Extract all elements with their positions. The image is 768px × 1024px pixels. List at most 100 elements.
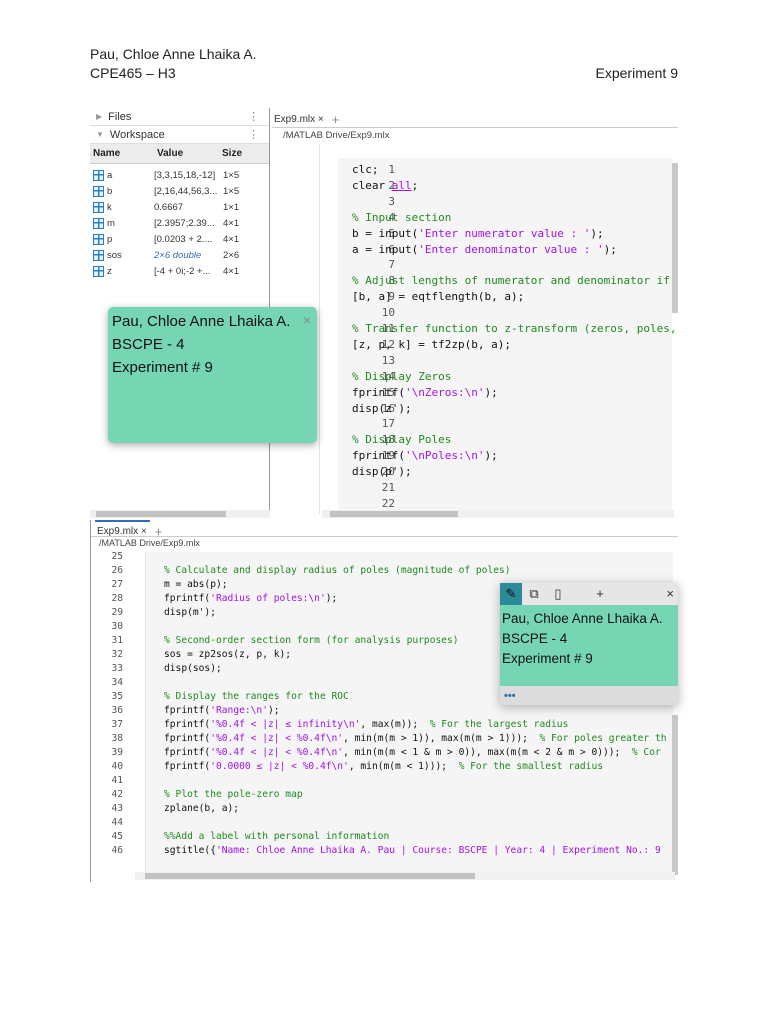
code-line[interactable]: [b, a] = eqtflength(b, a); <box>352 290 524 303</box>
close-icon[interactable]: × <box>303 309 311 332</box>
code-line[interactable]: % Input section <box>352 211 451 224</box>
variable-size: 4×1 <box>223 233 240 245</box>
line-number: 17 <box>381 417 395 431</box>
variable-icon <box>93 265 104 277</box>
code-line[interactable]: disp(z'); <box>352 402 412 415</box>
code-line[interactable]: fprintf('\nZeros:\n'); <box>352 386 498 399</box>
code-text: ; <box>411 178 419 192</box>
workspace-label: Workspace <box>109 128 165 141</box>
code-line[interactable]: a = input('Enter denominator value : '); <box>352 243 617 256</box>
code-line[interactable]: b = input('Enter numerator value : '); <box>352 227 604 240</box>
code-line[interactable]: % Display Zeros <box>352 370 451 383</box>
code-line[interactable]: clear all; <box>352 179 418 192</box>
code-comment: % For the smallest radius <box>458 761 603 772</box>
code-line[interactable]: fprintf('%0.4f < |z| < %0.4f\n', min(m(m… <box>164 747 661 758</box>
vertical-scrollbar[interactable] <box>672 163 678 313</box>
column-name[interactable]: Name <box>90 148 154 159</box>
variable-icon <box>93 217 104 229</box>
close-icon[interactable]: × <box>666 584 674 604</box>
top-code-editor[interactable]: 1 clc; 2 clear all; 3 4% Input section 5 b = in… <box>270 163 674 513</box>
workspace-menu-icon[interactable]: ⋮ <box>248 128 259 141</box>
code-string: '\nPoles:\n' <box>404 449 485 463</box>
line-number: 21 <box>381 481 395 494</box>
code-line[interactable]: % Plot the pole-zero map <box>164 789 303 800</box>
variable-value: [0.0203 + 2.... <box>154 233 213 245</box>
code-line[interactable]: clc; <box>352 163 379 176</box>
editor-scrollbar[interactable] <box>135 872 675 880</box>
line-number: 43 <box>111 803 123 814</box>
vertical-scrollbar[interactable] <box>672 715 678 875</box>
note-line: BSCPE - 4 <box>112 336 185 353</box>
workspace-row[interactable]: z [-4 + 0i;-2 +... 4×1 <box>90 263 269 279</box>
code-line[interactable]: % Second-order section form (for analysi… <box>164 635 459 646</box>
workspace-row[interactable]: k 0.6667 1×1 <box>90 199 269 215</box>
code-text: [b, a] = eqtflength(b, a); <box>352 290 525 304</box>
column-value[interactable]: Value <box>154 148 219 159</box>
editor-tab[interactable]: Exp9.mlx × <box>274 114 324 125</box>
file-path: /MATLAB Drive/Exp9.mlx <box>99 538 200 548</box>
more-options-icon[interactable]: ••• <box>500 686 678 705</box>
code-line[interactable]: m = abs(p); <box>164 579 228 590</box>
code-text: fprintf( <box>352 449 405 463</box>
note-toolbar: ✎ ⧉ ▯ + × <box>500 583 678 605</box>
code-text: m = abs(p); <box>164 579 228 590</box>
add-note-icon[interactable]: + <box>570 584 630 604</box>
code-line[interactable]: zplane(b, a); <box>164 803 239 814</box>
sticky-note-window[interactable]: ✎ ⧉ ▯ + × Pau, Chloe Anne Lhaika A. BSCP… <box>500 583 678 705</box>
code-line[interactable]: % Transfer function to z-transform (zero… <box>352 322 674 335</box>
pin-icon[interactable]: ✎ <box>500 583 522 605</box>
code-line[interactable]: sgtitle({'Name: Chloe Anne Lhaika A. Pau… <box>164 845 661 856</box>
code-comment: % Cor <box>631 747 661 758</box>
workspace-scrollbar[interactable] <box>90 510 270 518</box>
editor-scrollbar[interactable] <box>322 510 674 518</box>
code-comment: % Plot the pole-zero map <box>164 789 303 800</box>
code-line[interactable]: % Calculate and display radius of poles … <box>164 565 511 576</box>
workspace-row[interactable]: m [2.3957;2.39... 4×1 <box>90 215 269 231</box>
code-line[interactable]: disp(sos); <box>164 663 222 674</box>
code-line[interactable]: fprintf('0.0000 ≤ |z| < %0.4f\n', min(m(… <box>164 761 603 772</box>
note-list-icon[interactable]: ▯ <box>546 584 570 604</box>
code-line[interactable]: fprintf('%0.4f < |z| < %0.4f\n', min(m(m… <box>164 733 667 744</box>
code-string: '%0.4f < |z| < %0.4f\n' <box>210 733 344 744</box>
code-line[interactable]: disp(p'); <box>352 465 412 478</box>
code-comment: % For poles greater th <box>539 733 667 744</box>
files-menu-icon[interactable]: ⋮ <box>248 110 259 123</box>
code-line[interactable]: % Display Poles <box>352 433 451 446</box>
code-text: clear <box>352 178 392 192</box>
workspace-section[interactable]: ▼ Workspace ⋮ <box>90 126 269 144</box>
code-line[interactable]: % Display the ranges for the ROC <box>164 691 349 702</box>
code-text: fprintf( <box>164 593 211 604</box>
code-line[interactable]: %%Add a label with personal information <box>164 831 389 842</box>
sticky-note[interactable]: Pau, Chloe Anne Lhaika A. BSCPE - 4 Expe… <box>108 307 317 443</box>
code-text: clc; <box>352 163 379 176</box>
variable-icon <box>93 169 104 181</box>
line-number: 31 <box>111 635 123 646</box>
code-text: ); <box>325 593 338 604</box>
code-line[interactable]: fprintf('Range:\n'); <box>164 705 280 716</box>
variable-name: m <box>107 217 115 229</box>
code-text: , max(m)); <box>360 719 430 730</box>
code-comment: % Display Poles <box>352 433 452 447</box>
column-size[interactable]: Size <box>219 148 259 159</box>
code-line[interactable]: % Adjust lengths of numerator and denomi… <box>352 274 670 287</box>
workspace-row[interactable]: b [2,16,44,56,3... 1×5 <box>90 183 269 199</box>
code-line[interactable]: sos = zp2sos(z, p, k); <box>164 649 291 660</box>
code-comment: % Input section <box>352 210 452 224</box>
code-line[interactable]: fprintf('Radius of poles:\n'); <box>164 593 337 604</box>
experiment-label: Experiment 9 <box>595 65 678 81</box>
code-comment: % Display Zeros <box>352 369 452 383</box>
workspace-row[interactable]: a [3,3,15,18,-12] 1×5 <box>90 167 269 183</box>
code-line[interactable]: disp(m'); <box>164 607 216 618</box>
new-tab-icon[interactable]: + <box>332 112 340 127</box>
open-window-icon[interactable]: ⧉ <box>522 584 546 604</box>
workspace-row[interactable]: p [0.0203 + 2.... 4×1 <box>90 231 269 247</box>
variable-name: a <box>107 169 113 181</box>
code-line[interactable]: [z, p, k] = tf2zp(b, a); <box>352 338 511 351</box>
code-line[interactable]: fprintf('%0.4f < |z| ≤ infinity\n', max(… <box>164 719 568 730</box>
editor-tab[interactable]: Exp9.mlx × <box>97 526 147 537</box>
code-string: 'Range:\n' <box>210 705 268 716</box>
code-text: , min(m(m > 1)), max(m(m > 1))); <box>343 733 540 744</box>
workspace-row[interactable]: sos 2×6 double 2×6 <box>90 247 269 263</box>
code-line[interactable]: fprintf('\nPoles:\n'); <box>352 449 498 462</box>
files-section[interactable]: ▶ Files ⋮ <box>90 108 269 126</box>
